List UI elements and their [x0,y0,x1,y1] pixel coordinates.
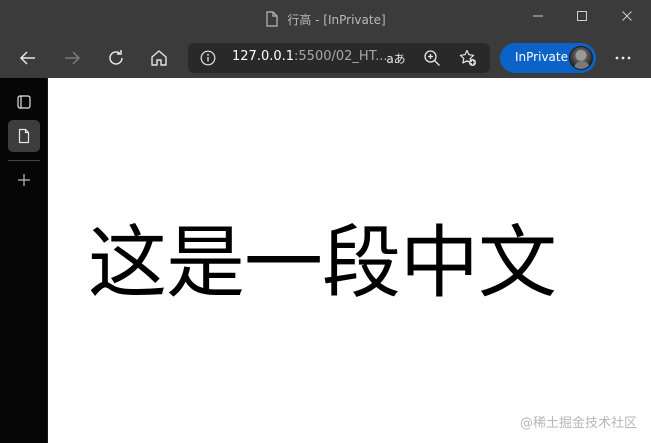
page-content: 这是一段中文 @稀土掘金技术社区 [48,78,651,443]
refresh-icon [109,50,123,65]
home-button[interactable] [143,42,175,74]
back-arrow-icon [19,51,35,65]
site-info-icon[interactable] [200,50,216,66]
inprivate-label: InPrivate [515,50,568,64]
close-button[interactable] [605,0,649,32]
more-dots-icon [615,56,631,60]
url-host: 127.0.0.1 [232,49,295,64]
back-button[interactable] [12,42,44,74]
document-icon [265,11,279,27]
sidebar-tab-current[interactable] [8,120,40,152]
address-bar[interactable]: 127.0.0.1:5500/02_HT... aあ [188,43,490,73]
minimize-icon [533,15,543,17]
forward-button[interactable] [56,42,88,74]
zoom-in-icon [424,50,440,66]
window-title: 行高 - [InPrivate] [287,12,386,27]
sidebar-divider [8,160,40,161]
inprivate-button[interactable]: InPrivate [500,43,596,73]
chinese-text-paragraph: 这是一段中文 [88,217,557,309]
avatar-silhouette [574,61,590,69]
read-aloud-icon: aあ [386,51,406,66]
page-icon [18,128,30,144]
favorites-button[interactable] [458,48,478,68]
watermark: @稀土掘金技术社区 [519,416,637,431]
maximize-button[interactable] [560,0,604,32]
new-tab-button[interactable] [8,164,40,196]
title-bar: 行高 - [InPrivate] [0,0,651,38]
tab-actions-icon [17,95,31,109]
avatar [569,46,593,70]
minimize-button[interactable] [516,0,560,32]
close-icon [622,11,632,21]
zoom-button[interactable] [422,48,442,68]
add-icon [18,174,30,186]
home-icon [151,50,167,66]
tab-actions-button[interactable] [8,86,40,118]
add-favorite-star-icon [459,49,476,66]
forward-arrow-icon [65,51,81,65]
toolbar: 127.0.0.1:5500/02_HT... aあ InPrivate [0,38,651,78]
url-text[interactable]: 127.0.0.1:5500/02_HT... [232,49,388,64]
url-path: :5500/02_HT... [294,49,388,64]
browser-window: 行高 - [InPrivate] 127.0.0.1:5500/02_HT...… [0,0,651,443]
vertical-tabs-sidebar [0,78,48,443]
refresh-button[interactable] [100,42,132,74]
read-aloud-button[interactable]: aあ [386,48,406,68]
more-menu-button[interactable] [607,42,639,74]
maximize-icon [577,11,587,21]
